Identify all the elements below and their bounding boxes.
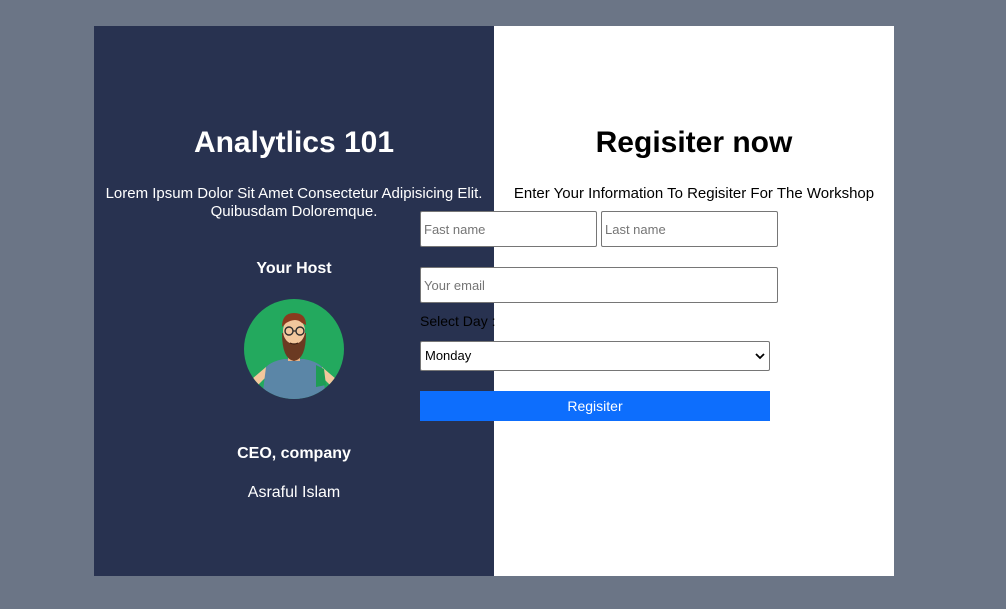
register-subtitle: Enter Your Information To Regisiter For … [513,185,875,202]
email-input[interactable] [420,267,778,303]
last-name-input[interactable] [601,211,778,247]
register-title: Regisiter now [595,126,793,159]
host-name: Asraful Islam [247,484,341,501]
host-avatar [244,299,344,399]
day-select[interactable]: Monday [420,341,770,371]
day-select-value: Monday [425,348,472,363]
host-role: CEO, company [237,445,351,462]
workshop-title: Analytlics 101 [193,126,395,159]
register-button[interactable]: Regisiter [420,391,770,421]
bearded-man-avatar-icon [252,313,336,399]
chevron-down-icon [755,353,765,360]
select-day-label: Select Day : [420,313,496,329]
first-name-input[interactable] [420,211,597,247]
